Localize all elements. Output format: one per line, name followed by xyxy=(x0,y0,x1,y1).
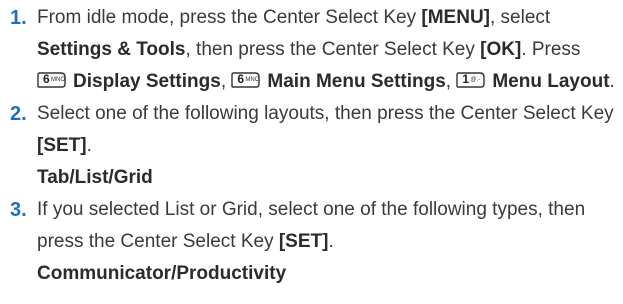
key-1-icon: 1 @.- xyxy=(456,71,486,89)
step-text: , xyxy=(445,71,457,92)
step-2: 2. Select one of the following layouts, … xyxy=(6,98,617,194)
step-text: . xyxy=(86,135,92,156)
key-6-icon: 6 MNO xyxy=(37,71,67,89)
step-text: . xyxy=(609,71,615,92)
step-number: 2. xyxy=(10,103,27,125)
display-settings-label: Display Settings xyxy=(73,71,221,92)
step-3: 3. If you selected List or Grid, select … xyxy=(6,194,617,290)
set-key-label: [SET] xyxy=(37,135,87,156)
layout-options: Tab/List/Grid xyxy=(37,167,153,188)
main-menu-settings-label: Main Menu Settings xyxy=(267,71,446,92)
instruction-page: 1. From idle mode, press the Center Sele… xyxy=(0,0,623,304)
set-key-label: [SET] xyxy=(278,231,329,252)
step-text: From idle mode, press the Center Select … xyxy=(37,7,422,28)
settings-tools-label: Settings & Tools xyxy=(37,39,186,60)
step-1: 1. From idle mode, press the Center Sele… xyxy=(6,2,617,98)
step-number: 1. xyxy=(10,7,27,29)
menu-key-label: [MENU] xyxy=(421,7,490,28)
step-text: Select one of the following layouts, the… xyxy=(37,103,614,124)
step-text: , xyxy=(220,71,232,92)
step-text: . xyxy=(328,231,334,252)
step-text: . Press xyxy=(521,39,581,60)
type-options: Communicator/Productivity xyxy=(37,263,287,284)
key-6-icon: 6 MNO xyxy=(231,71,261,89)
step-number: 3. xyxy=(10,199,27,221)
ok-key-label: [OK] xyxy=(480,39,522,60)
step-text: , then press the Center Select Key xyxy=(185,39,481,60)
step-text: , select xyxy=(490,7,551,28)
menu-layout-label: Menu Layout xyxy=(492,71,610,92)
